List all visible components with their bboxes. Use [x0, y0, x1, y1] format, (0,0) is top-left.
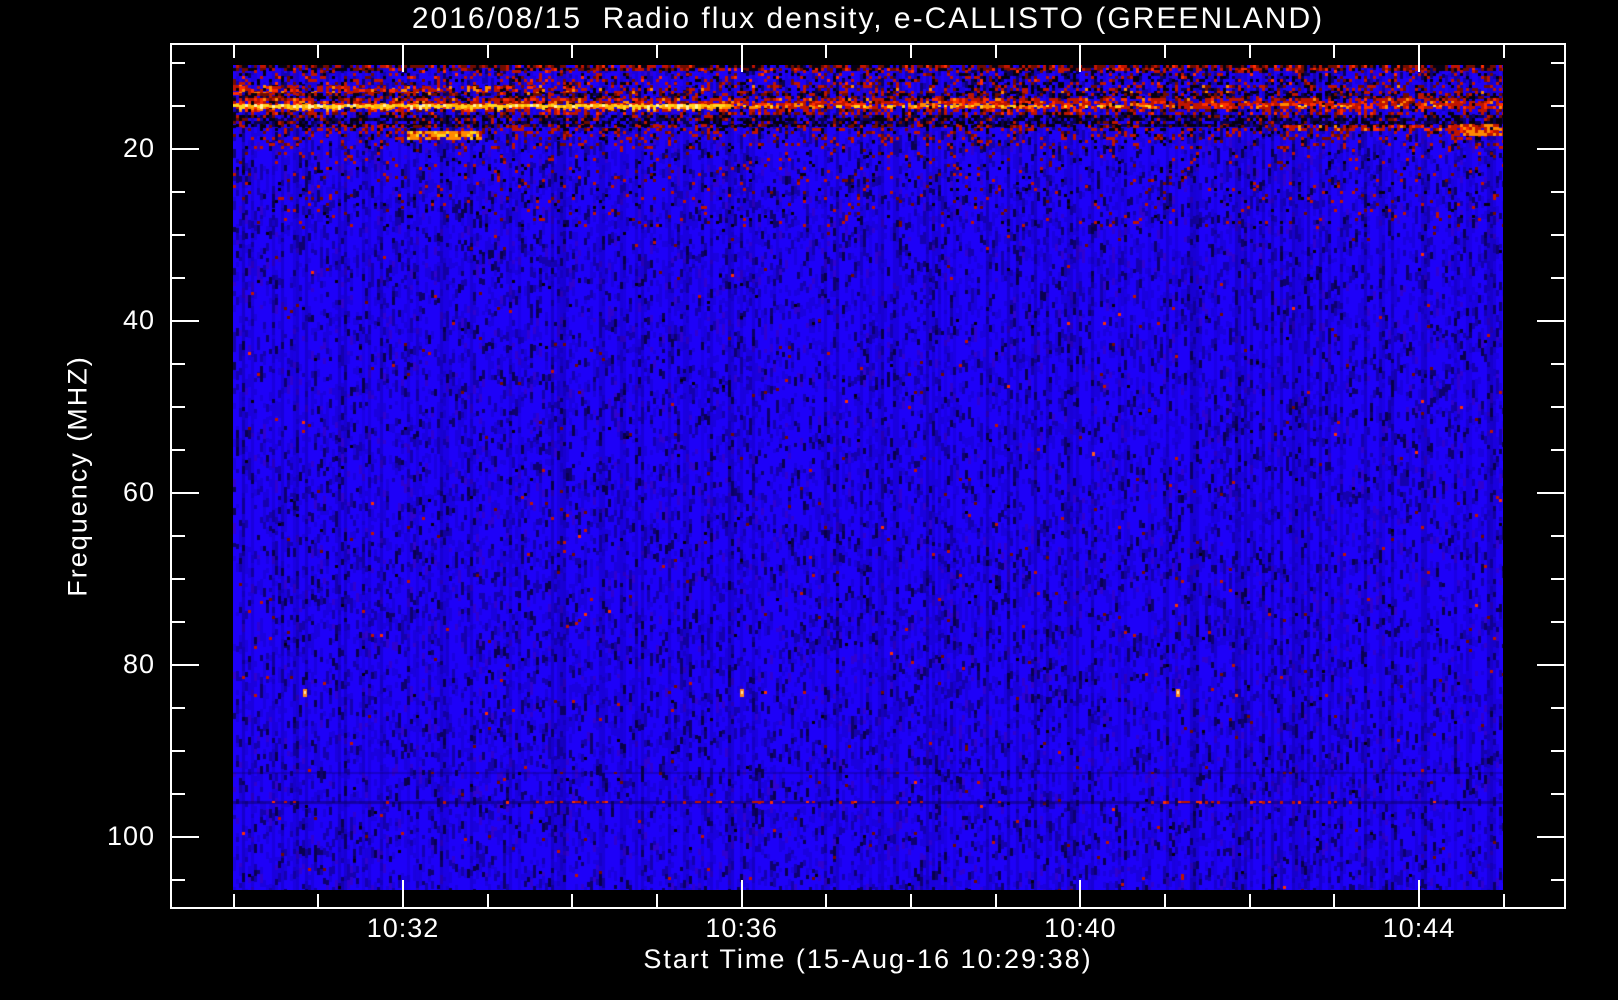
x-tick-label: 10:40 — [1044, 913, 1117, 943]
y-axis-minor-tick — [172, 62, 185, 64]
x-tick-label: 10:32 — [366, 913, 440, 943]
y-axis-major-tick-right — [1537, 320, 1564, 322]
y-axis-major-tick-right — [1537, 836, 1564, 838]
y-axis-minor-tick — [172, 105, 185, 107]
y-axis-minor-tick-right — [1551, 535, 1564, 537]
y-axis-major-tick — [172, 492, 199, 494]
y-axis-minor-tick — [172, 535, 185, 537]
x-axis-minor-tick — [571, 894, 574, 907]
x-axis-minor-tick-top — [571, 45, 574, 58]
x-axis-major-tick — [402, 880, 404, 907]
y-axis-minor-tick — [172, 449, 185, 451]
y-axis-major-tick — [172, 320, 199, 322]
y-tick-label: 80 — [122, 649, 155, 679]
y-axis-minor-tick-right — [1551, 234, 1564, 236]
x-tick-label: 10:36 — [705, 913, 778, 943]
y-axis-minor-tick-right — [1551, 105, 1564, 107]
y-axis-minor-tick-right — [1551, 750, 1564, 752]
x-axis-minor-tick — [825, 894, 828, 907]
y-axis-title: Frequency (MHZ) — [62, 355, 93, 597]
x-axis-minor-tick — [1248, 894, 1251, 907]
x-axis-minor-tick-top — [1248, 45, 1251, 58]
x-axis-minor-tick — [232, 894, 235, 907]
x-axis-major-tick-top — [1079, 45, 1082, 72]
y-tick-label: 100 — [106, 821, 155, 851]
x-axis-title: Start Time (15-Aug-16 10:29:38) — [643, 944, 1093, 974]
y-axis-minor-tick — [172, 191, 185, 193]
y-axis-minor-tick-right — [1551, 363, 1564, 365]
y-axis-minor-tick — [172, 406, 185, 408]
y-axis-major-tick-right — [1537, 664, 1564, 666]
y-axis-minor-tick-right — [1551, 277, 1564, 279]
y-axis-minor-tick-right — [1551, 879, 1564, 881]
x-axis-minor-tick — [486, 894, 489, 907]
y-axis-minor-tick-right — [1551, 62, 1564, 64]
y-axis-major-tick — [172, 148, 199, 150]
x-axis-minor-tick-top — [1502, 45, 1505, 58]
x-axis-major-tick — [740, 880, 743, 907]
y-axis-minor-tick-right — [1551, 578, 1564, 580]
y-axis-minor-tick-right — [1551, 449, 1564, 451]
y-axis-minor-tick — [172, 750, 185, 752]
y-axis-minor-tick-right — [1551, 191, 1564, 193]
y-axis-major-tick-right — [1537, 492, 1564, 494]
x-axis-major-tick-top — [740, 45, 743, 72]
x-axis-minor-tick-top — [825, 45, 828, 58]
x-axis-minor-tick — [1333, 894, 1336, 907]
y-axis-minor-tick — [172, 621, 185, 623]
y-tick-label: 60 — [122, 477, 155, 507]
x-axis-major-tick-top — [1418, 45, 1421, 72]
x-axis-minor-tick — [1502, 894, 1505, 907]
x-axis-minor-tick — [910, 894, 913, 907]
y-axis-minor-tick — [172, 793, 185, 795]
x-axis-minor-tick-top — [910, 45, 913, 58]
y-axis-minor-tick — [172, 277, 185, 279]
y-axis-major-tick — [172, 664, 199, 666]
y-axis-minor-tick — [172, 363, 185, 365]
y-tick-label: 20 — [122, 133, 155, 163]
y-axis-minor-tick-right — [1551, 707, 1564, 709]
y-tick-label: 40 — [122, 305, 155, 335]
y-axis-major-tick — [172, 836, 199, 838]
x-axis-minor-tick-top — [486, 45, 489, 58]
x-axis-minor-tick — [317, 894, 320, 907]
y-axis-minor-tick-right — [1551, 793, 1564, 795]
x-axis-minor-tick-top — [1164, 45, 1167, 58]
x-axis-major-tick — [1418, 880, 1421, 907]
x-axis-minor-tick-top — [994, 45, 997, 58]
x-axis-minor-tick-top — [317, 45, 320, 58]
y-axis-minor-tick — [172, 234, 185, 236]
y-axis-minor-tick-right — [1551, 406, 1564, 408]
x-axis-major-tick-top — [402, 45, 404, 72]
x-axis-minor-tick-top — [232, 45, 235, 58]
plot-frame — [170, 43, 1566, 909]
spectrogram-figure: 2016/08/15 Radio flux density, e-CALLIST… — [0, 0, 1618, 1000]
x-axis-minor-tick-top — [1333, 45, 1336, 58]
y-axis-minor-tick — [172, 578, 185, 580]
x-axis-minor-tick-top — [656, 45, 658, 58]
y-axis-major-tick-right — [1537, 148, 1564, 150]
x-axis-major-tick — [1079, 880, 1082, 907]
x-axis-minor-tick — [994, 894, 997, 907]
y-axis-minor-tick — [172, 707, 185, 709]
y-axis-minor-tick-right — [1551, 621, 1564, 623]
chart-title: 2016/08/15 Radio flux density, e-CALLIST… — [411, 2, 1325, 35]
x-axis-minor-tick — [656, 894, 658, 907]
x-tick-label: 10:44 — [1382, 913, 1456, 943]
y-axis-minor-tick — [172, 879, 185, 881]
x-axis-minor-tick — [1164, 894, 1167, 907]
